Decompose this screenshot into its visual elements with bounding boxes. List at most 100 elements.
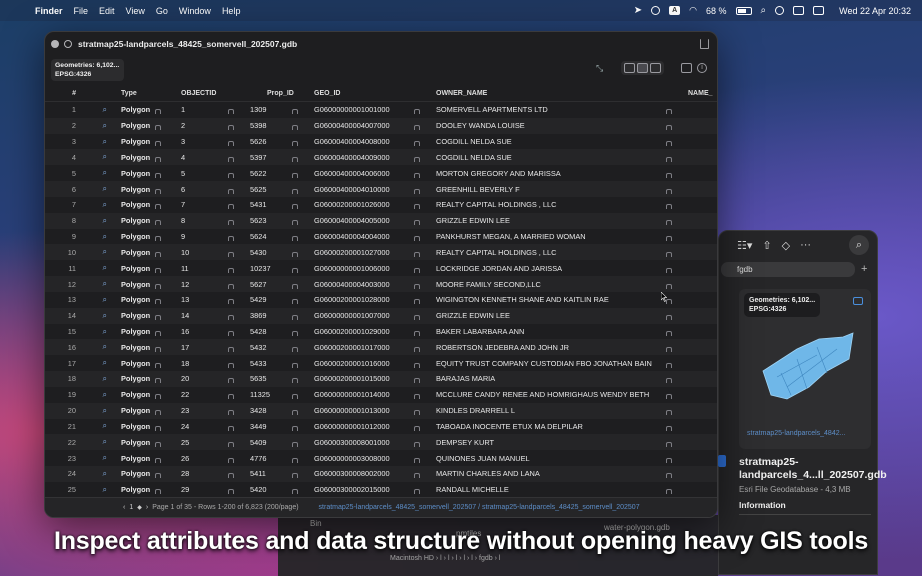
zoom-to-feature-icon[interactable]: ⌕ — [79, 200, 117, 210]
tag-icon[interactable]: ◇ — [782, 239, 790, 252]
menu-go[interactable]: Go — [156, 6, 168, 16]
menu-file[interactable]: File — [74, 6, 89, 16]
zoom-to-feature-icon[interactable]: ⌕ — [79, 453, 117, 463]
zoom-to-feature-icon[interactable]: ⌕ — [79, 485, 117, 495]
menu-edit[interactable]: Edit — [99, 6, 115, 16]
table-row[interactable]: 5 ⌕ Polygon 5 5622 G06000400004006000 MORTON G… — [45, 165, 717, 181]
zoom-to-feature-icon[interactable]: ⌕ — [79, 105, 117, 115]
table-row[interactable]: 7 ⌕ Polygon 7 5431 G06000200001026000 REALTY C… — [45, 197, 717, 213]
table-row[interactable]: 14 ⌕ Polygon 14 3869 G06000000001007000 GRIZZL… — [45, 307, 717, 324]
zoom-to-feature-icon[interactable]: ⌕ — [79, 374, 117, 384]
telegram-icon[interactable]: ➤ — [634, 5, 642, 16]
zoom-to-feature-icon[interactable]: ⌕ — [79, 152, 117, 162]
input-a-icon[interactable]: A — [669, 6, 681, 15]
table-row[interactable]: 20 ⌕ Polygon 23 3428 G06000000001013000 KINDLE… — [45, 402, 717, 419]
clock[interactable]: Wed 22 Apr 20:32 — [839, 6, 911, 16]
zoom-to-feature-icon[interactable]: ⌕ — [79, 263, 117, 273]
stop-icon[interactable] — [64, 39, 72, 48]
menu-finder[interactable]: Finder — [35, 6, 63, 16]
zoom-to-feature-icon[interactable]: ⌕ — [79, 121, 117, 131]
path-tab[interactable]: fgdb — [721, 261, 855, 277]
table-row[interactable]: 3 ⌕ Polygon 3 5626 G06000400004008000 COGDILL … — [45, 134, 717, 150]
table-row[interactable]: 23 ⌕ Polygon 26 4776 G06000000003008000 QUINON… — [45, 450, 717, 466]
table-row[interactable]: 9 ⌕ Polygon 9 5624 G06000400004004000 PANKHURS… — [45, 229, 717, 245]
zoom-to-feature-icon[interactable]: ⌕ — [79, 342, 117, 352]
zoom-to-feature-icon[interactable]: ⌕ — [79, 247, 117, 257]
cell-type-text: Polygon — [121, 453, 151, 463]
zoom-to-feature-icon[interactable]: ⌕ — [79, 168, 117, 178]
col-header-prop-id[interactable]: Prop_ID — [250, 90, 314, 97]
zoom-to-feature-icon[interactable]: ⌕ — [79, 232, 117, 242]
table-row[interactable]: 18 ⌕ Polygon 20 5635 G06000200001015000 BARAJA… — [45, 371, 717, 387]
table-row[interactable]: 24 ⌕ Polygon 28 5411 G06000300008002000 MARTIN… — [45, 466, 717, 482]
search-button[interactable]: ⌕ — [849, 235, 869, 255]
zoom-to-feature-icon[interactable]: ⌕ — [79, 311, 117, 321]
table-row[interactable]: 4 ⌕ Polygon 4 5397 G06000400004009000 COGDILL … — [45, 149, 717, 166]
share-icon[interactable] — [700, 38, 709, 49]
table-row[interactable]: 21 ⌕ Polygon 24 3449 G06000000001012000 TABOAD… — [45, 419, 717, 435]
table-row[interactable]: 10 ⌕ Polygon 10 5430 G06000200001027000 REALTY… — [45, 244, 717, 261]
view-grid-icon[interactable]: ☷▾ — [737, 239, 752, 252]
battery-icon[interactable] — [735, 6, 752, 15]
table-row[interactable]: 16 ⌕ Polygon 17 5432 G06000200001017000 ROBERT… — [45, 339, 717, 356]
zoom-to-feature-icon[interactable]: ⌕ — [79, 358, 117, 368]
wifi-icon[interactable]: ◠ — [689, 5, 697, 16]
col-header-index[interactable]: # — [45, 90, 79, 97]
table-row[interactable]: 2 ⌕ Polygon 2 5398 G06000400004007000 DOOLEY W… — [45, 117, 717, 134]
layer-path[interactable]: stratmap25-landparcels_48425_somervell_2… — [319, 504, 640, 511]
zoom-to-feature-icon[interactable]: ⌕ — [79, 437, 117, 447]
more-icon[interactable]: ··· — [800, 239, 811, 251]
zoom-to-feature-icon[interactable]: ⌕ — [79, 421, 117, 431]
zoom-to-feature-icon[interactable]: ⌕ — [79, 327, 117, 337]
preview-filename[interactable]: stratmap25-landparcels_4842... — [747, 430, 845, 437]
cell-type: Polygon — [117, 311, 179, 321]
table-row[interactable]: 11 ⌕ Polygon 11 10237 G06000000001006000 LOCKR… — [45, 260, 717, 276]
table-row[interactable]: 25 ⌕ Polygon 29 5420 G06000300002015000 RANDAL… — [45, 482, 717, 498]
camera-icon[interactable] — [681, 63, 692, 73]
menu-view[interactable]: View — [126, 6, 145, 16]
window-icon[interactable] — [793, 6, 805, 15]
zoom-to-feature-icon[interactable]: ⌕ — [79, 184, 117, 194]
zoom-to-feature-icon[interactable]: ⌕ — [79, 390, 117, 400]
document-view-icon[interactable] — [650, 63, 661, 73]
map-preview[interactable]: Geometries: 6,102... EPSG:4326 stratmap2… — [739, 289, 871, 449]
table-row[interactable]: 22 ⌕ Polygon 25 5409 G06000300008001000 DEMPSE… — [45, 434, 717, 451]
map-view-icon[interactable] — [624, 63, 635, 73]
table-row[interactable]: 13 ⌕ Polygon 13 5429 G06000200001028000 WIGING… — [45, 292, 717, 308]
col-header-owner-name[interactable]: OWNER_NAME — [436, 90, 688, 97]
search-icon[interactable]: ⌕ — [761, 5, 767, 16]
zoom-to-feature-icon[interactable]: ⌕ — [79, 295, 117, 305]
col-header-type[interactable]: Type — [117, 90, 179, 97]
table-row[interactable]: 15 ⌕ Polygon 16 5428 G06000200001029000 BAKER … — [45, 324, 717, 340]
zoom-to-feature-icon[interactable]: ⌕ — [79, 216, 117, 226]
table-view-icon[interactable] — [637, 63, 648, 73]
camera-icon[interactable] — [853, 297, 863, 305]
zoom-to-feature-icon[interactable]: ⌕ — [79, 469, 117, 479]
col-header-objectid[interactable]: OBJECTID — [179, 90, 250, 97]
menu-help[interactable]: Help — [222, 6, 241, 16]
page-stepper-icon[interactable]: ◆ — [137, 504, 142, 511]
add-tab-icon[interactable]: + — [861, 263, 867, 275]
table-row[interactable]: 12 ⌕ Polygon 12 5627 G06000400004003000 MOORE … — [45, 276, 717, 292]
zoom-to-feature-icon[interactable]: ⌕ — [79, 279, 117, 289]
table-row[interactable]: 8 ⌕ Polygon 8 5623 G06000400004005000 GRIZZLE … — [45, 212, 717, 229]
close-icon[interactable] — [51, 39, 59, 48]
control-center-icon[interactable] — [813, 6, 825, 15]
col-header-geo-id[interactable]: GEO_ID — [314, 90, 436, 97]
prev-page-icon[interactable]: ‹ — [123, 504, 125, 511]
table-row[interactable]: 1 ⌕ Polygon 1 1309 G06000000001001000 SOMERVEL… — [45, 102, 717, 118]
col-header-name[interactable]: NAME_ — [688, 90, 717, 97]
table-row[interactable]: 6 ⌕ Polygon 6 5625 G06000400004010000 GREENHIL… — [45, 181, 717, 197]
page-field[interactable]: 1 — [129, 504, 133, 511]
zoom-to-feature-icon[interactable]: ⌕ — [79, 137, 117, 147]
menu-window[interactable]: Window — [179, 6, 211, 16]
info-icon[interactable]: i — [697, 63, 707, 73]
share-icon[interactable]: ⇧ — [762, 239, 771, 252]
next-page-icon[interactable]: › — [146, 504, 148, 511]
shield-icon[interactable] — [651, 6, 661, 15]
collapse-icon[interactable]: ⤡ — [596, 63, 608, 73]
user-circle-icon[interactable] — [775, 6, 785, 15]
table-row[interactable]: 17 ⌕ Polygon 18 5433 G06000200001016000 EQUITY… — [45, 355, 717, 371]
zoom-to-feature-icon[interactable]: ⌕ — [79, 406, 117, 416]
table-row[interactable]: 19 ⌕ Polygon 22 11325 G06000000001014000 MCCLU… — [45, 387, 717, 403]
